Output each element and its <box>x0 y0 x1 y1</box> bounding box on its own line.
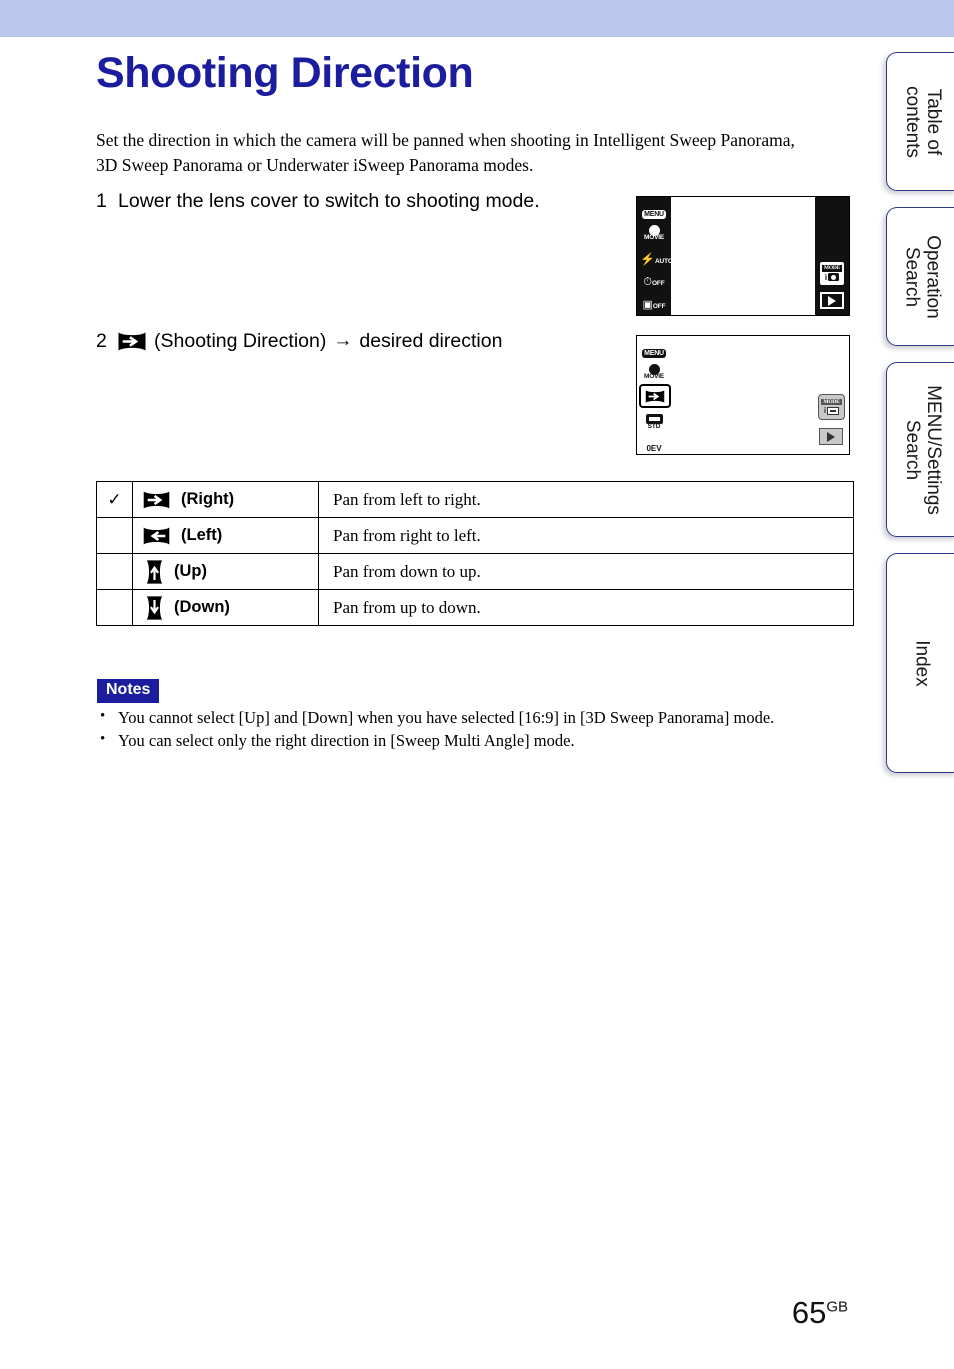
default-check-cell <box>96 589 133 626</box>
option-label-cell: (Right) <box>132 481 319 518</box>
table-row: (Left) Pan from right to left. <box>96 517 854 554</box>
header-band <box>0 0 954 37</box>
list-item: You can select only the right direction … <box>97 728 857 752</box>
mode-button[interactable]: MODE i <box>818 394 845 420</box>
step-1-number: 1 <box>96 190 107 212</box>
direction-up-icon <box>146 559 163 584</box>
page-number-region: GB <box>826 1298 848 1316</box>
step-1: 1 Lower the lens cover to switch to shoo… <box>96 190 540 213</box>
tab-operation-search-label: Operation Search <box>901 234 944 319</box>
option-description: Pan from up to down. <box>318 589 854 626</box>
option-name: (Up) <box>174 562 207 580</box>
direction-right-icon <box>143 490 170 509</box>
table-row: (Up) Pan from down to up. <box>96 553 854 590</box>
tab-menu-settings-search[interactable]: MENU/Settings Search <box>886 362 954 537</box>
notes-heading: Notes <box>97 679 160 703</box>
check-icon: ✓ <box>107 489 122 509</box>
option-description: Pan from right to left. <box>318 517 854 554</box>
tab-table-of-contents-label: Table of contents <box>901 85 944 158</box>
page-number: 65GB <box>792 1295 848 1331</box>
option-description: Pan from left to right. <box>318 481 854 518</box>
movie-mode-icon[interactable]: MOVIE <box>640 364 668 381</box>
step-2: 2 (Shooting Direction) → desired directi… <box>96 330 502 353</box>
tab-index[interactable]: Index <box>886 553 954 773</box>
playback-button[interactable] <box>819 428 843 445</box>
menu-icon[interactable]: MENU <box>640 204 668 220</box>
play-triangle-icon <box>827 431 835 442</box>
tab-menu-settings-search-label: MENU/Settings Search <box>901 384 944 515</box>
flash-icon[interactable]: ⚡AUTO <box>640 251 673 267</box>
default-check-cell: ✓ <box>96 481 133 518</box>
tab-table-of-contents[interactable]: Table of contents <box>886 52 954 191</box>
menu-icon[interactable]: MENU <box>640 343 668 359</box>
screen-viewfinder-area <box>671 197 815 315</box>
step-2-arrow: → <box>333 329 353 351</box>
notes-list: You cannot select [Up] and [Down] when y… <box>97 705 857 752</box>
image-size-icon[interactable]: STD <box>640 414 668 431</box>
page-number-value: 65 <box>791 1295 827 1330</box>
step-1-text: Lower the lens cover to switch to shooti… <box>118 190 540 212</box>
list-item: You cannot select [Up] and [Down] when y… <box>97 705 857 729</box>
page-content: Shooting Direction Set the direction in … <box>0 37 880 1369</box>
option-name: (Right) <box>181 490 235 508</box>
exposure-value-icon[interactable]: 0EV <box>640 439 668 455</box>
play-triangle-icon <box>828 295 836 306</box>
movie-mode-icon[interactable]: MOVIE <box>640 225 668 242</box>
shooting-direction-right-icon <box>118 332 146 351</box>
table-row: (Down) Pan from up to down. <box>96 589 854 626</box>
tab-operation-search[interactable]: Operation Search <box>886 207 954 346</box>
option-label-cell: (Left) <box>132 517 319 554</box>
direction-options-table: ✓ (Right) Pan from left to right. (Left)… <box>96 481 854 626</box>
option-label-cell: (Up) <box>132 553 319 590</box>
mode-button[interactable]: MODE i <box>818 260 846 287</box>
step-2-label: (Shooting Direction) <box>154 330 327 352</box>
side-tab-bar: Table of contents Operation Search MENU/… <box>880 0 954 1369</box>
intro-paragraph: Set the direction in which the camera wi… <box>96 130 795 175</box>
shooting-direction-menu-screen: MENU MOVIE STD 0EV MODE i <box>636 335 850 455</box>
option-name: (Left) <box>181 526 223 544</box>
step-2-target: desired direction <box>359 330 503 352</box>
burst-icon[interactable]: ▣OFF <box>640 296 668 312</box>
direction-left-icon <box>143 526 170 545</box>
default-check-cell <box>96 553 133 590</box>
default-check-cell <box>96 517 133 554</box>
shooting-direction-icon[interactable] <box>639 384 671 408</box>
step-2-number: 2 <box>96 330 107 352</box>
tab-index-label: Index <box>911 639 933 687</box>
playback-button[interactable] <box>820 292 844 309</box>
option-label-cell: (Down) <box>132 589 319 626</box>
direction-down-icon <box>146 595 163 620</box>
page-title: Shooting Direction <box>96 49 474 97</box>
self-timer-icon[interactable]: ⏱OFF <box>640 273 668 289</box>
option-description: Pan from down to up. <box>318 553 854 590</box>
table-row: ✓ (Right) Pan from left to right. <box>96 481 854 518</box>
shooting-mode-screen: MENU MOVIE ⚡AUTO ⏱OFF ▣OFF MODE i <box>636 196 850 316</box>
option-name: (Down) <box>174 598 230 616</box>
